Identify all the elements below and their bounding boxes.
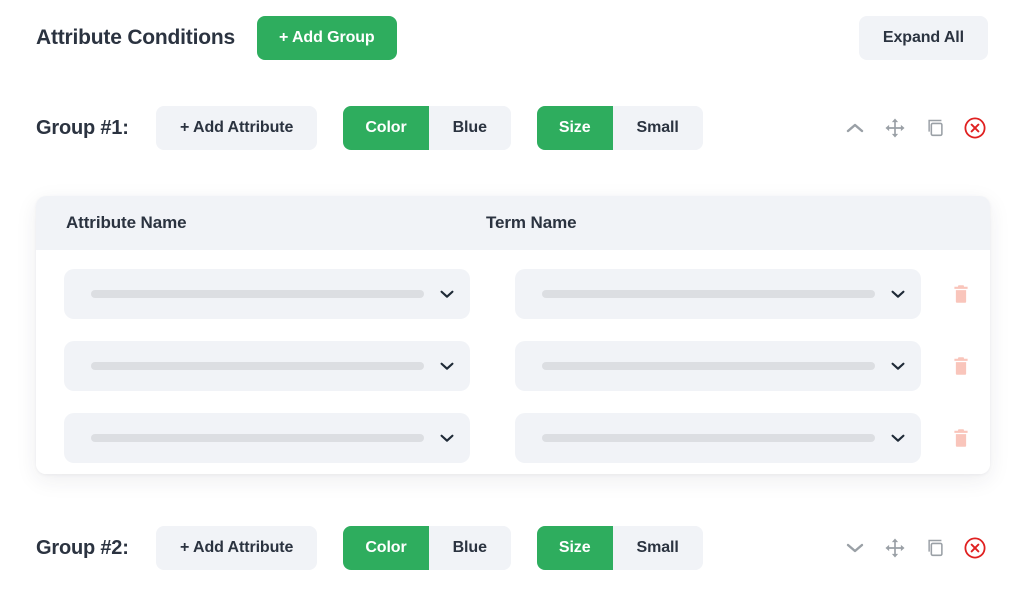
page-title: Attribute Conditions xyxy=(36,26,235,49)
attribute-table-header: Attribute Name Term Name xyxy=(36,196,990,250)
duplicate-group-icon[interactable] xyxy=(922,115,948,141)
add-group-button[interactable]: + Add Group xyxy=(256,16,397,60)
term-name-placeholder-bar xyxy=(542,362,875,370)
delete-row-icon[interactable] xyxy=(947,280,975,308)
chevron-down-icon xyxy=(875,356,921,376)
group-2-label: Group #2: xyxy=(36,536,129,559)
expand-group-icon[interactable] xyxy=(842,535,868,561)
group-2-pill-color-key: Color xyxy=(343,526,429,570)
column-header-attribute-name: Attribute Name xyxy=(66,213,187,232)
table-row xyxy=(36,402,990,474)
group-2-attribute-pill-size[interactable]: Size Small xyxy=(536,526,703,570)
delete-row-icon[interactable] xyxy=(947,352,975,380)
chevron-down-icon xyxy=(424,428,470,448)
chevron-down-icon xyxy=(424,284,470,304)
attribute-name-placeholder-bar xyxy=(91,362,424,370)
attribute-name-placeholder-bar xyxy=(91,434,424,442)
group-1-pill-color-value: Blue xyxy=(428,106,511,150)
attribute-name-select[interactable] xyxy=(64,269,470,319)
group-1-pill-size-value: Small xyxy=(612,106,703,150)
term-name-placeholder-bar xyxy=(542,290,875,298)
attribute-table-body xyxy=(36,250,990,474)
group-2-actions xyxy=(842,535,988,561)
group-1-label: Group #1: xyxy=(36,116,129,139)
group-2-pill-size-value: Small xyxy=(612,526,703,570)
group-1-add-attribute-button[interactable]: + Add Attribute xyxy=(156,106,318,150)
delete-group-icon[interactable] xyxy=(962,535,988,561)
move-group-icon[interactable] xyxy=(882,535,908,561)
term-name-select[interactable] xyxy=(515,269,921,319)
duplicate-group-icon[interactable] xyxy=(922,535,948,561)
group-1-pill-size-key: Size xyxy=(536,106,613,150)
group-2-pill-color-value: Blue xyxy=(428,526,511,570)
group-1-attribute-pill-size[interactable]: Size Small xyxy=(536,106,703,150)
group-1-header: Group #1: + Add Attribute Color Blue Siz… xyxy=(0,102,1024,154)
chevron-down-icon xyxy=(424,356,470,376)
term-name-placeholder-bar xyxy=(542,434,875,442)
column-header-term-name: Term Name xyxy=(486,213,577,232)
move-group-icon[interactable] xyxy=(882,115,908,141)
term-name-select[interactable] xyxy=(515,341,921,391)
chevron-down-icon xyxy=(875,284,921,304)
term-name-select[interactable] xyxy=(515,413,921,463)
expand-all-button[interactable]: Expand All xyxy=(858,16,988,60)
page-header: Attribute Conditions + Add Group Expand … xyxy=(0,0,1024,76)
group-1-pill-color-key: Color xyxy=(343,106,429,150)
group-1-attribute-pill-color[interactable]: Color Blue xyxy=(343,106,511,150)
group-2-attribute-pill-color[interactable]: Color Blue xyxy=(343,526,511,570)
group-2-header: Group #2: + Add Attribute Color Blue Siz… xyxy=(0,522,1024,574)
chevron-down-icon xyxy=(875,428,921,448)
group-1-actions xyxy=(842,115,988,141)
group-1-attribute-table-card: Attribute Name Term Name xyxy=(36,196,990,474)
attribute-conditions-page: Attribute Conditions + Add Group Expand … xyxy=(0,0,1024,616)
delete-row-icon[interactable] xyxy=(947,424,975,452)
collapse-group-icon[interactable] xyxy=(842,115,868,141)
attribute-name-select[interactable] xyxy=(64,341,470,391)
group-2-add-attribute-button[interactable]: + Add Attribute xyxy=(156,526,318,570)
attribute-name-select[interactable] xyxy=(64,413,470,463)
group-2-pill-size-key: Size xyxy=(536,526,613,570)
attribute-name-placeholder-bar xyxy=(91,290,424,298)
table-row xyxy=(36,330,990,402)
delete-group-icon[interactable] xyxy=(962,115,988,141)
table-row xyxy=(36,258,990,330)
